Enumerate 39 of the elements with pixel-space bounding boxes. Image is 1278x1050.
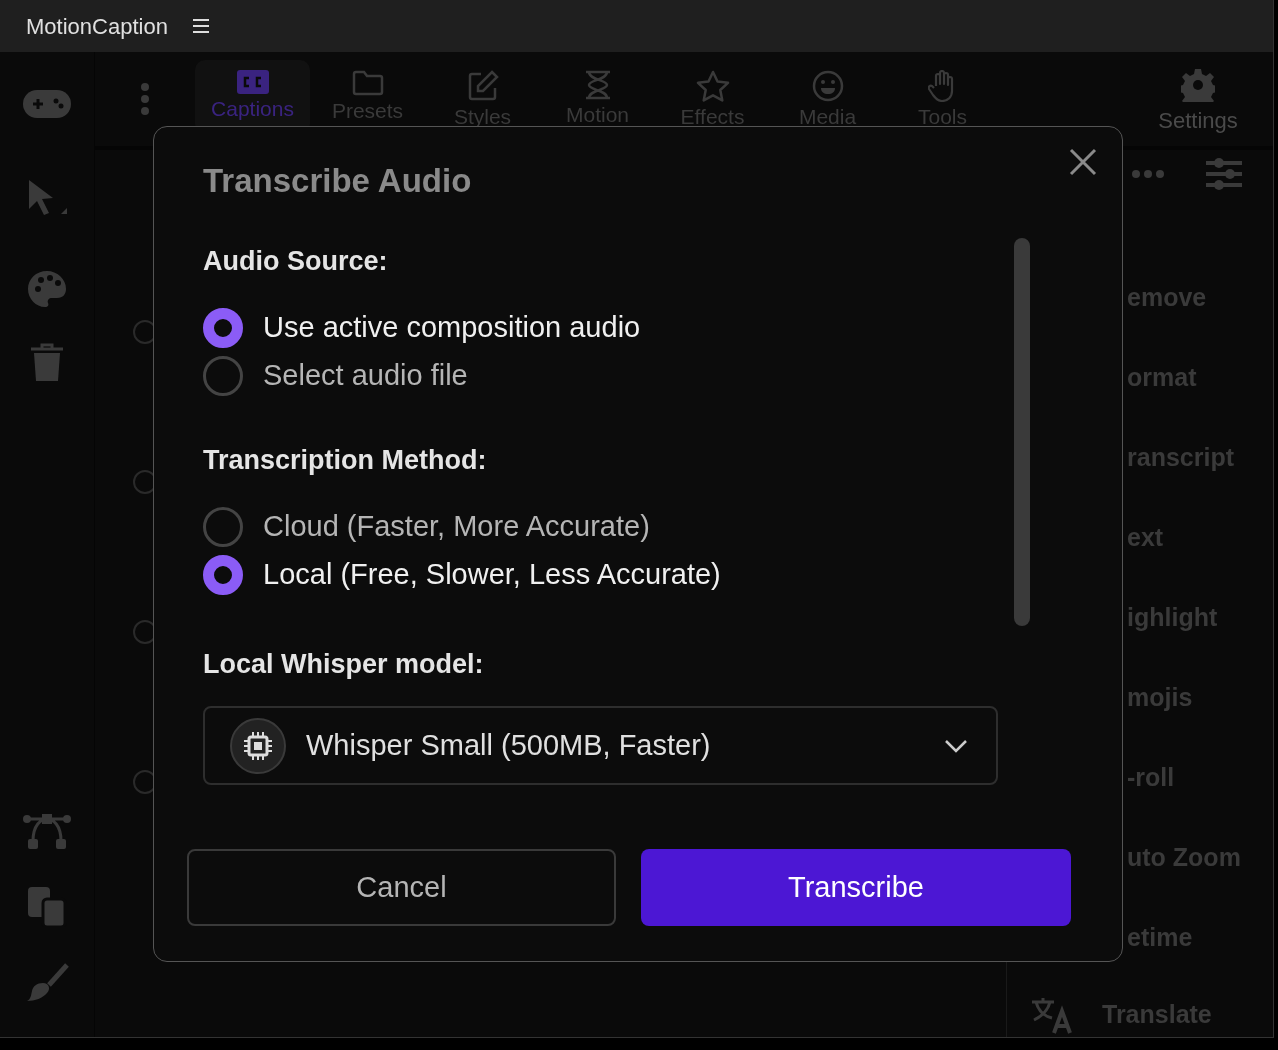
more-vertical-icon[interactable]	[140, 82, 150, 116]
translate-icon	[1030, 996, 1072, 1034]
radio-label[interactable]: Local (Free, Slower, Less Accurate)	[263, 553, 721, 597]
edit-icon	[466, 70, 499, 102]
star-icon	[695, 70, 730, 102]
chevron-down-icon	[944, 738, 968, 753]
chip-icon	[230, 717, 286, 774]
cancel-button[interactable]: Cancel	[187, 849, 616, 926]
section-label: Local Whisper model:	[203, 648, 485, 681]
palette-icon[interactable]	[27, 270, 67, 308]
app-title: MotionCaption	[26, 12, 168, 41]
smiley-icon	[811, 70, 844, 102]
cc-icon	[236, 70, 269, 94]
radio-label[interactable]: Cloud (Faster, More Accurate)	[263, 505, 650, 549]
scrollbar-thumb[interactable]	[1014, 238, 1030, 626]
radio-button[interactable]	[203, 555, 243, 595]
radio-button[interactable]	[203, 507, 243, 547]
gamepad-icon[interactable]	[23, 90, 71, 118]
transcribe-button[interactable]: Transcribe	[641, 849, 1071, 926]
dialog-title: Transcribe Audio	[203, 161, 473, 201]
sliders-icon[interactable]	[1205, 158, 1243, 190]
brush-icon[interactable]	[25, 963, 69, 1003]
copy-icon[interactable]	[27, 887, 67, 927]
folder-icon	[351, 70, 384, 96]
radio-button[interactable]	[203, 356, 243, 396]
bezier-curve-icon[interactable]	[23, 813, 71, 849]
radio-button[interactable]	[203, 308, 243, 348]
more-horizontal-icon[interactable]	[1131, 169, 1165, 179]
settings-tab[interactable]: Settings	[1143, 52, 1253, 146]
hourglass-icon	[583, 70, 612, 100]
model-select[interactable]: Whisper Small (500MB, Faster)	[203, 706, 998, 785]
trash-icon[interactable]	[30, 342, 64, 382]
gear-icon	[1181, 68, 1215, 102]
close-icon[interactable]	[1069, 148, 1097, 176]
menu-icon[interactable]	[191, 18, 210, 34]
section-label: Audio Source:	[203, 245, 388, 278]
section-label: Transcription Method:	[203, 444, 487, 477]
radio-label[interactable]: Select audio file	[263, 354, 468, 398]
radio-label[interactable]: Use active composition audio	[263, 306, 641, 350]
